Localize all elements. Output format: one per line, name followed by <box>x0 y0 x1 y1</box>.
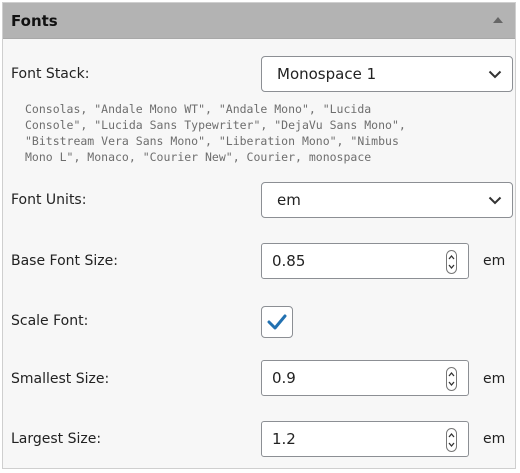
font-units-value: em <box>277 191 301 209</box>
panel-header[interactable]: Fonts <box>3 3 515 39</box>
base-font-size-input[interactable] <box>272 251 432 271</box>
largest-size-unit: em <box>483 431 506 447</box>
font-stack-label: Font Stack: <box>11 66 90 82</box>
checkmark-icon <box>267 314 287 330</box>
scale-font-label: Scale Font: <box>11 313 89 329</box>
smallest-size-input[interactable] <box>272 368 432 388</box>
spinner-arrows-icon[interactable] <box>446 367 457 391</box>
scale-font-checkbox[interactable] <box>261 306 293 338</box>
chevron-down-icon <box>488 196 502 205</box>
base-font-size-field <box>261 243 469 279</box>
chevron-down-icon <box>488 70 502 79</box>
base-font-size-label: Base Font Size: <box>11 253 118 269</box>
smallest-size-label: Smallest Size: <box>11 371 110 387</box>
font-units-select[interactable]: em <box>261 182 513 218</box>
largest-size-field <box>261 421 469 457</box>
largest-size-label: Largest Size: <box>11 431 102 447</box>
largest-size-input[interactable] <box>272 429 432 449</box>
font-units-label: Font Units: <box>11 192 87 208</box>
panel-title: Fonts <box>11 12 58 30</box>
base-font-size-unit: em <box>483 253 506 269</box>
spinner-arrows-icon[interactable] <box>446 250 457 274</box>
font-stack-value: Monospace 1 <box>277 65 377 83</box>
collapse-triangle-icon[interactable] <box>489 11 507 29</box>
spinner-arrows-icon[interactable] <box>446 428 457 452</box>
smallest-size-unit: em <box>483 371 506 387</box>
smallest-size-field <box>261 360 469 396</box>
font-stack-preview: Consolas, "Andale Mono WT", "Andale Mono… <box>25 102 406 164</box>
fonts-panel: Fonts Font Stack: Monospace 1 Consolas, … <box>2 2 516 469</box>
font-stack-select[interactable]: Monospace 1 <box>261 56 513 92</box>
